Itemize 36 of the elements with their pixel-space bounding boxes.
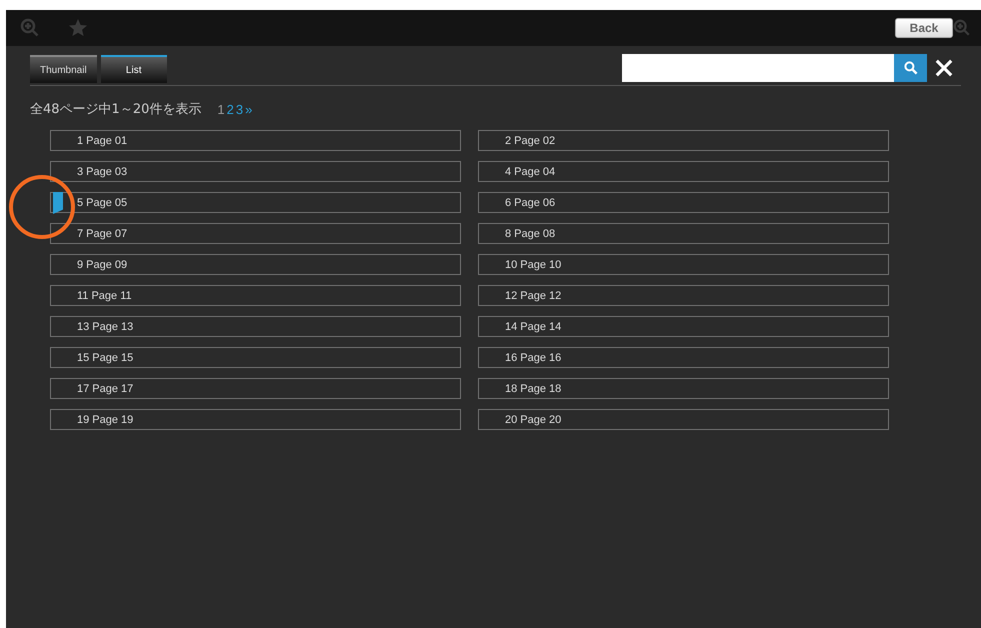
page-list-item[interactable]: 4 Page 04 [478, 161, 889, 182]
page-list-item[interactable]: 10 Page 10 [478, 254, 889, 275]
page-list-item[interactable]: 14 Page 14 [478, 316, 889, 337]
page-link[interactable]: 1 [217, 102, 225, 116]
page-list-item[interactable]: 16 Page 16 [478, 347, 889, 368]
page-list-item[interactable]: 1 Page 01 [50, 130, 461, 151]
page-list-item[interactable]: 20 Page 20 [478, 409, 889, 430]
zoom-in-icon[interactable] [953, 19, 971, 37]
zoom-in-icon[interactable] [20, 18, 40, 38]
page-list-item[interactable]: 12 Page 12 [478, 285, 889, 306]
page-link[interactable]: » [245, 102, 252, 116]
star-icon[interactable] [68, 18, 88, 38]
page-list-item[interactable]: 8 Page 08 [478, 223, 889, 244]
page-list-item[interactable]: 3 Page 03 [50, 161, 461, 182]
page-list-item[interactable]: 13 Page 13 [50, 316, 461, 337]
close-icon [935, 59, 953, 77]
page-link[interactable]: 3 [236, 102, 244, 116]
search-button[interactable] [894, 54, 927, 82]
page-list-item[interactable]: 19 Page 19 [50, 409, 461, 430]
page-list-item[interactable]: 2 Page 02 [478, 130, 889, 151]
page-list-item[interactable]: 5 Page 05 [50, 192, 461, 213]
page-list-item[interactable]: 7 Page 07 [50, 223, 461, 244]
page-list-item[interactable]: 17 Page 17 [50, 378, 461, 399]
search-icon [902, 60, 918, 76]
page-link[interactable]: 2 [226, 102, 234, 116]
page-list-item[interactable]: 6 Page 06 [478, 192, 889, 213]
page-list-item[interactable]: 11 Page 11 [50, 285, 461, 306]
search-field[interactable] [622, 54, 894, 82]
view-tab[interactable]: List [100, 55, 167, 83]
annotation-circle [8, 174, 76, 240]
page-list-item[interactable]: 15 Page 15 [50, 347, 461, 368]
page-list-item[interactable]: 18 Page 18 [478, 378, 889, 399]
view-tab[interactable]: Thumbnail [30, 55, 97, 83]
result-count: 全48ページ中1～20件を表示 [30, 101, 202, 118]
page-list-item[interactable]: 9 Page 09 [50, 254, 461, 275]
back-button[interactable]: Back [895, 18, 953, 38]
